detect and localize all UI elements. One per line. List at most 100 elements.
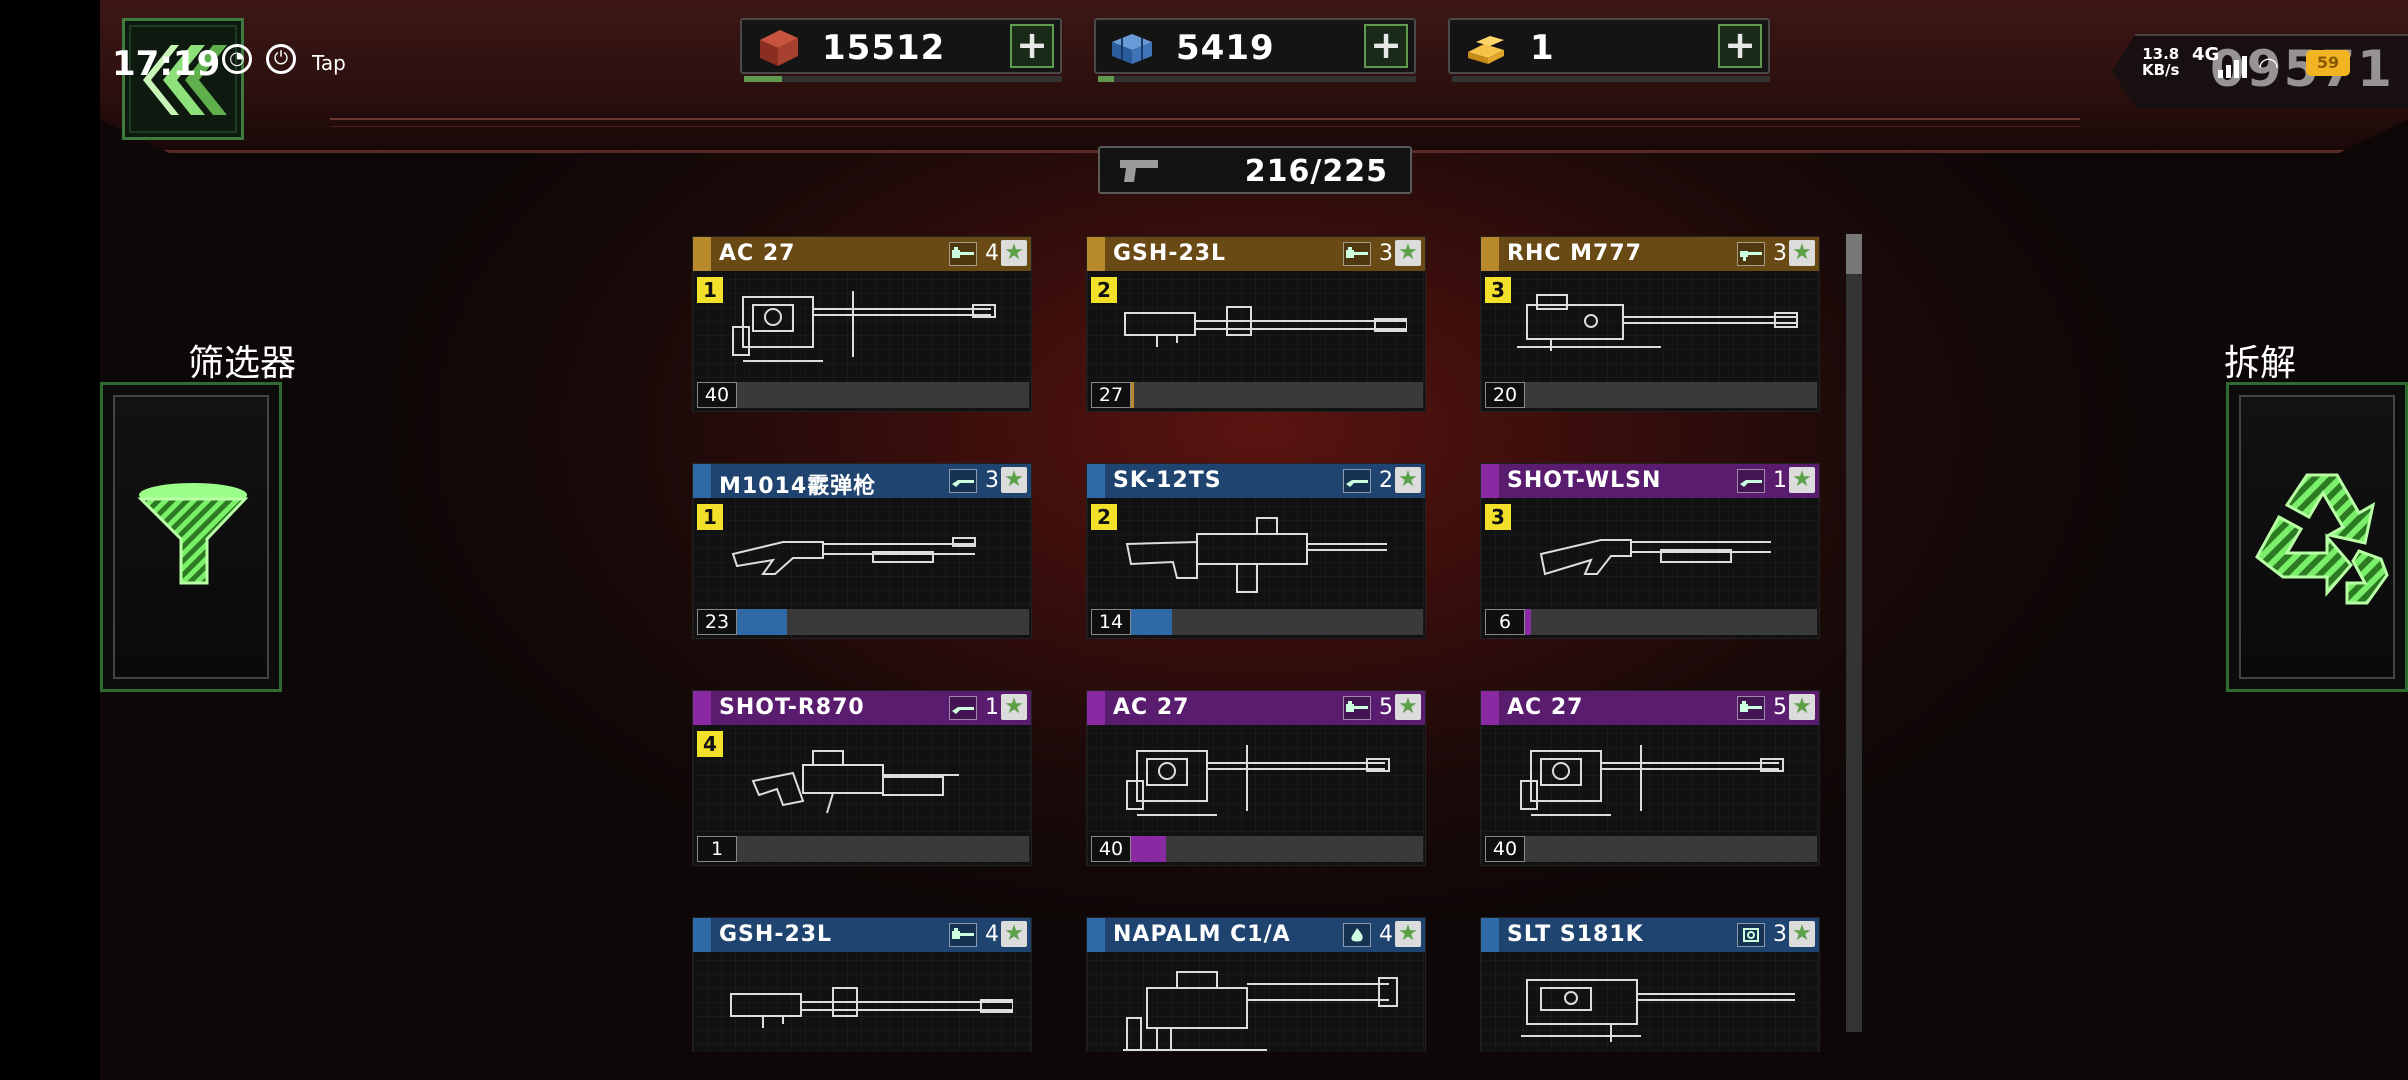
weapon-name: NAPALM C1/A	[1113, 922, 1291, 947]
currency-value: 1	[1530, 28, 1555, 68]
weapon-image	[730, 987, 1013, 1028]
slot-rank-badge: 4	[697, 731, 723, 757]
autocannon-icon	[1343, 696, 1371, 720]
weapon-name: AC 27	[1113, 695, 1190, 720]
dismantle-button[interactable]	[2226, 382, 2408, 692]
weapon-image	[1124, 306, 1407, 347]
weapon-name: SHOT-R870	[719, 695, 865, 720]
shotgun-icon	[1343, 469, 1371, 493]
rarity-stripe	[693, 918, 711, 952]
autocannon-icon	[949, 923, 977, 947]
rarity-stripe	[1481, 464, 1499, 498]
weapon-card-header: SK-12TS 2 ★	[1087, 464, 1425, 498]
star-icon: ★	[1001, 467, 1027, 493]
star-icon: ★	[1789, 694, 1815, 720]
currency-cubes: 5419 +	[1094, 18, 1416, 82]
star-icon: ★	[1395, 240, 1421, 266]
weapon-card-header: GSH-23L 3 ★	[1087, 237, 1425, 271]
star-icon: ★	[1789, 240, 1815, 266]
weapon-card[interactable]: SHOT-WLSN 1 ★ 3 6	[1480, 463, 1820, 639]
weapon-level: 6	[1485, 609, 1525, 635]
weapon-card[interactable]: GSH-23L 3 ★ 2 27	[1086, 236, 1426, 412]
star-count: 5	[1773, 695, 1787, 720]
add-gold-button[interactable]: +	[1718, 24, 1762, 68]
power-icon: ⏻	[266, 44, 296, 74]
weapon-name: GSH-23L	[719, 922, 833, 947]
weapon-name: AC 27	[719, 241, 796, 266]
weapon-card[interactable]: NAPALM C1/A 4 ★	[1086, 917, 1426, 1052]
currency-gold: 1 +	[1448, 18, 1770, 82]
currency-progress	[1452, 76, 1770, 82]
weapon-card[interactable]: AC 27 5 ★ 40	[1480, 690, 1820, 866]
weapon-card[interactable]: SK-12TS 2 ★ 2 14	[1086, 463, 1426, 639]
slot-rank-badge: 2	[1091, 504, 1117, 530]
pistol-icon	[1120, 160, 1158, 182]
weapon-capacity-counter: 216/225	[1098, 146, 1412, 194]
weapon-name: SLT S181K	[1507, 922, 1644, 947]
top-bar-divider-secondary	[330, 126, 2080, 127]
star-count: 3	[1379, 241, 1393, 266]
grid-scrollbar[interactable]	[1846, 234, 1862, 1032]
weapon-card-header: GSH-23L 4 ★	[693, 918, 1031, 952]
weapon-level: 1	[697, 836, 737, 862]
add-crates-button[interactable]: +	[1010, 24, 1054, 68]
weapon-card-header: AC 27 5 ★	[1481, 691, 1819, 725]
rarity-stripe	[693, 464, 711, 498]
weapon-card[interactable]: SHOT-R870 1 ★ 4 1	[692, 690, 1032, 866]
funnel-icon	[137, 483, 249, 585]
add-cubes-button[interactable]: +	[1364, 24, 1408, 68]
star-icon: ★	[1789, 467, 1815, 493]
shotgun-icon	[1737, 469, 1765, 493]
recycle-icon	[2255, 473, 2389, 605]
weapon-level-bar: 1	[697, 836, 1029, 862]
gold-bars-icon	[1468, 36, 1504, 64]
weapon-image	[1123, 971, 1398, 1051]
star-icon: ★	[1001, 921, 1027, 947]
star-count: 3	[1773, 922, 1787, 947]
level-progress-fill	[737, 609, 787, 635]
autocannon-icon	[1737, 696, 1765, 720]
star-count: 5	[1379, 695, 1393, 720]
weapon-level: 40	[1091, 836, 1131, 862]
weapon-card[interactable]: M1014霰弹枪 3 ★ 1 23	[692, 463, 1032, 639]
network-type: 4G	[2192, 44, 2220, 65]
top-bar-divider	[330, 118, 2080, 120]
weapon-name: M1014霰弹枪	[719, 474, 877, 499]
slot-rank-badge: 3	[1485, 504, 1511, 530]
weapon-level: 40	[1485, 836, 1525, 862]
star-count: 1	[985, 695, 999, 720]
weapon-image	[1517, 294, 1798, 351]
weapon-card[interactable]: RHC M777 3 ★ 3 20	[1480, 236, 1820, 412]
weapon-card-header: SLT S181K 3 ★	[1481, 918, 1819, 952]
weapon-capacity-value: 216/225	[1244, 154, 1388, 189]
weapon-name: GSH-23L	[1113, 241, 1227, 266]
star-icon: ★	[1395, 694, 1421, 720]
weapon-level-bar: 23	[697, 609, 1029, 635]
grid-scrollbar-thumb[interactable]	[1846, 234, 1862, 274]
network-speed: 13.8 KB/s	[2142, 45, 2180, 79]
star-count: 1	[1773, 468, 1787, 493]
autocannon-icon	[1343, 242, 1371, 266]
weapon-card[interactable]: GSH-23L 4 ★	[692, 917, 1032, 1052]
shotgun-icon	[949, 469, 977, 493]
weapon-image	[1520, 745, 1784, 816]
level-progress-fill	[1131, 836, 1166, 862]
weapon-card[interactable]: AC 27 4 ★ 1 40	[692, 236, 1032, 412]
slot-rank-badge: 1	[697, 277, 723, 303]
weapon-card-header: AC 27 4 ★	[693, 237, 1031, 271]
weapon-card-header: AC 27 5 ★	[1087, 691, 1425, 725]
weapon-level-bar: 27	[1091, 382, 1423, 408]
clock: 17:19	[112, 44, 221, 84]
weapon-image	[1521, 979, 1795, 1042]
rarity-stripe	[1087, 691, 1105, 725]
battery-indicator: 59	[2306, 50, 2350, 76]
weapon-card[interactable]: AC 27 5 ★ 40	[1086, 690, 1426, 866]
star-count: 2	[1379, 468, 1393, 493]
filter-button[interactable]	[100, 382, 282, 692]
weapon-card-header: SHOT-WLSN 1 ★	[1481, 464, 1819, 498]
weapon-card[interactable]: SLT S181K 3 ★	[1480, 917, 1820, 1052]
rarity-stripe	[1087, 237, 1105, 271]
star-count: 4	[985, 922, 999, 947]
weapon-level: 23	[697, 609, 737, 635]
rarity-stripe	[1087, 918, 1105, 952]
